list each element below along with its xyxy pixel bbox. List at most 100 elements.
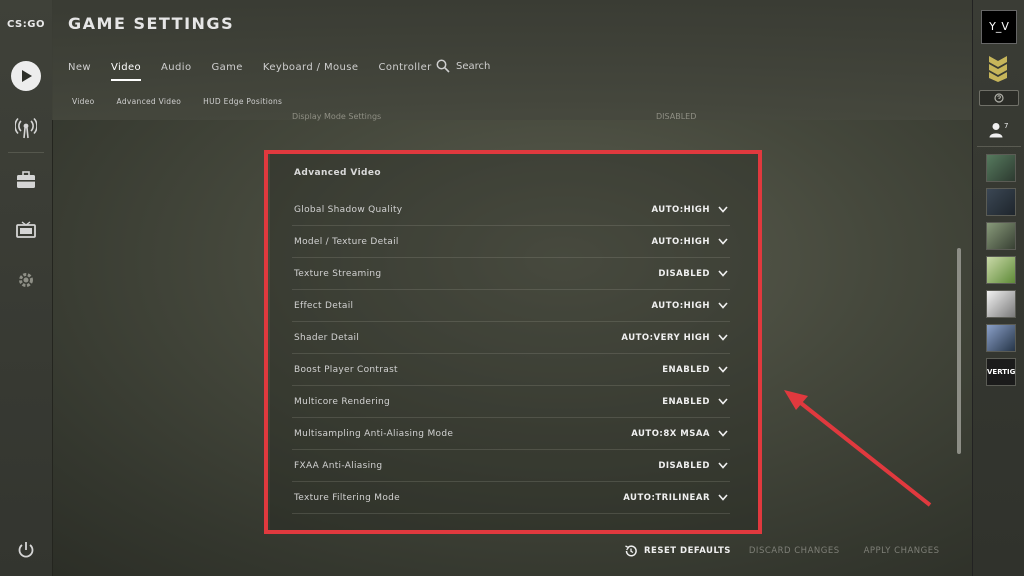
setting-dropdown[interactable]: AUTO:HIGH <box>651 301 728 311</box>
setting-dropdown[interactable]: AUTO:8X MSAA <box>631 429 728 439</box>
tab-video[interactable]: Video <box>111 60 142 81</box>
chevron-down-icon <box>718 206 728 213</box>
search-label: Search <box>456 60 491 72</box>
partial-row-label: Display Mode Settings <box>292 112 382 121</box>
chevron-down-icon <box>718 430 728 437</box>
friend-avatar[interactable]: VERTIGO <box>986 358 1016 386</box>
sidebar-divider <box>8 152 44 153</box>
person-icon <box>989 123 1003 138</box>
setting-value: ENABLED <box>662 396 710 407</box>
setting-label: Model / Texture Detail <box>294 236 399 247</box>
setting-dropdown[interactable]: DISABLED <box>658 461 728 471</box>
setting-value: AUTO:VERY HIGH <box>621 332 710 343</box>
friend-avatar[interactable] <box>986 188 1016 216</box>
scrollbar-thumb[interactable] <box>957 248 961 454</box>
setting-value: DISABLED <box>658 460 710 471</box>
gear-icon <box>19 273 33 287</box>
friend-avatar[interactable] <box>986 290 1016 318</box>
chevron-down-icon <box>718 270 728 277</box>
settings-list: Global Shadow Quality AUTO:HIGH Model / … <box>292 194 730 514</box>
tab-new[interactable]: New <box>68 60 91 81</box>
subtab-hud-edge-positions[interactable]: HUD Edge Positions <box>203 97 282 106</box>
setting-row-fxaa[interactable]: FXAA Anti-Aliasing DISABLED <box>292 450 730 482</box>
history-icon <box>625 545 637 557</box>
csgo-logo: CS:GO <box>7 19 45 30</box>
setting-label: Texture Streaming <box>294 268 382 279</box>
friends-button[interactable]: 7 <box>989 122 1008 138</box>
main-sidebar: CS:GO <box>0 0 53 576</box>
chevron-down-icon <box>718 302 728 309</box>
setting-label: Global Shadow Quality <box>294 204 403 215</box>
inventory-button[interactable] <box>8 162 44 198</box>
discard-changes-button[interactable]: DISCARD CHANGES <box>749 546 840 556</box>
settings-header: GAME SETTINGS New Video Audio Game Keybo… <box>52 0 972 120</box>
setting-value: AUTO:8X MSAA <box>631 428 710 439</box>
settings-tabs: New Video Audio Game Keyboard / Mouse Co… <box>68 60 452 81</box>
chevron-down-icon <box>718 334 728 341</box>
setting-row-boost-player-contrast[interactable]: Boost Player Contrast ENABLED <box>292 354 730 386</box>
player-avatar[interactable]: Y_V <box>981 10 1017 44</box>
chevron-down-icon <box>718 238 728 245</box>
setting-row-effect-detail[interactable]: Effect Detail AUTO:HIGH <box>292 290 730 322</box>
friend-avatar[interactable] <box>986 256 1016 284</box>
tab-keyboard-mouse[interactable]: Keyboard / Mouse <box>263 60 359 81</box>
setting-row-shader-detail[interactable]: Shader Detail AUTO:VERY HIGH <box>292 322 730 354</box>
broadcast-icon <box>15 117 37 139</box>
setting-dropdown[interactable]: AUTO:TRILINEAR <box>623 493 728 503</box>
subtab-advanced-video[interactable]: Advanced Video <box>117 97 182 106</box>
rank-progress[interactable] <box>979 90 1019 106</box>
friend-avatar[interactable] <box>986 222 1016 250</box>
subtab-video[interactable]: Video <box>72 97 95 106</box>
reset-defaults-button[interactable]: RESET DEFAULTS <box>624 544 731 558</box>
chevron-down-icon <box>718 494 728 501</box>
setting-label: FXAA Anti-Aliasing <box>294 460 383 471</box>
briefcase-icon <box>17 171 35 188</box>
search-icon <box>436 59 450 73</box>
chevron-down-icon <box>718 398 728 405</box>
watch-button[interactable] <box>8 212 44 248</box>
setting-dropdown[interactable]: ENABLED <box>662 397 728 407</box>
tab-controller[interactable]: Controller <box>378 60 431 81</box>
setting-label: Multisampling Anti-Aliasing Mode <box>294 428 454 439</box>
broadcast-button[interactable] <box>8 110 44 146</box>
setting-value: DISABLED <box>658 268 710 279</box>
friend-avatar[interactable] <box>986 154 1016 182</box>
advanced-video-panel: Advanced Video Global Shadow Quality AUT… <box>270 152 760 532</box>
friend-avatar[interactable] <box>986 324 1016 352</box>
setting-value: ENABLED <box>662 364 710 375</box>
setting-label: Multicore Rendering <box>294 396 391 407</box>
play-button[interactable] <box>8 58 44 94</box>
setting-dropdown[interactable]: AUTO:VERY HIGH <box>621 333 728 343</box>
setting-row-texture-filtering-mode[interactable]: Texture Filtering Mode AUTO:TRILINEAR <box>292 482 730 514</box>
friend-count: 7 <box>1004 122 1009 130</box>
setting-row-model-texture-detail[interactable]: Model / Texture Detail AUTO:HIGH <box>292 226 730 258</box>
setting-value: AUTO:HIGH <box>651 300 710 311</box>
setting-dropdown[interactable]: DISABLED <box>658 269 728 279</box>
setting-dropdown[interactable]: AUTO:HIGH <box>651 237 728 247</box>
tab-game[interactable]: Game <box>211 60 242 81</box>
setting-dropdown[interactable]: ENABLED <box>662 365 728 375</box>
play-icon <box>11 61 41 91</box>
setting-label: Texture Filtering Mode <box>294 492 400 503</box>
friends-sidebar: Y_V 7 VERTIGO <box>972 0 1024 576</box>
setting-dropdown[interactable]: AUTO:HIGH <box>651 205 728 215</box>
power-button[interactable] <box>8 532 44 568</box>
reset-defaults-label: RESET DEFAULTS <box>644 546 731 556</box>
setting-row-texture-streaming[interactable]: Texture Streaming DISABLED <box>292 258 730 290</box>
tv-icon <box>16 221 36 238</box>
apply-changes-button[interactable]: APPLY CHANGES <box>864 546 940 556</box>
setting-value: AUTO:TRILINEAR <box>623 492 710 503</box>
setting-row-multicore-rendering[interactable]: Multicore Rendering ENABLED <box>292 386 730 418</box>
setting-row-msaa-mode[interactable]: Multisampling Anti-Aliasing Mode AUTO:8X… <box>292 418 730 450</box>
friends-divider <box>977 146 1021 147</box>
section-heading: Advanced Video <box>294 168 381 178</box>
setting-value: AUTO:HIGH <box>651 204 710 215</box>
setting-value: AUTO:HIGH <box>651 236 710 247</box>
help-icon <box>994 93 1004 103</box>
power-icon <box>18 542 34 558</box>
search-button[interactable]: Search <box>436 59 490 73</box>
settings-button[interactable] <box>8 262 44 298</box>
setting-row-global-shadow-quality[interactable]: Global Shadow Quality AUTO:HIGH <box>292 194 730 226</box>
setting-label: Boost Player Contrast <box>294 364 398 375</box>
tab-audio[interactable]: Audio <box>161 60 191 81</box>
